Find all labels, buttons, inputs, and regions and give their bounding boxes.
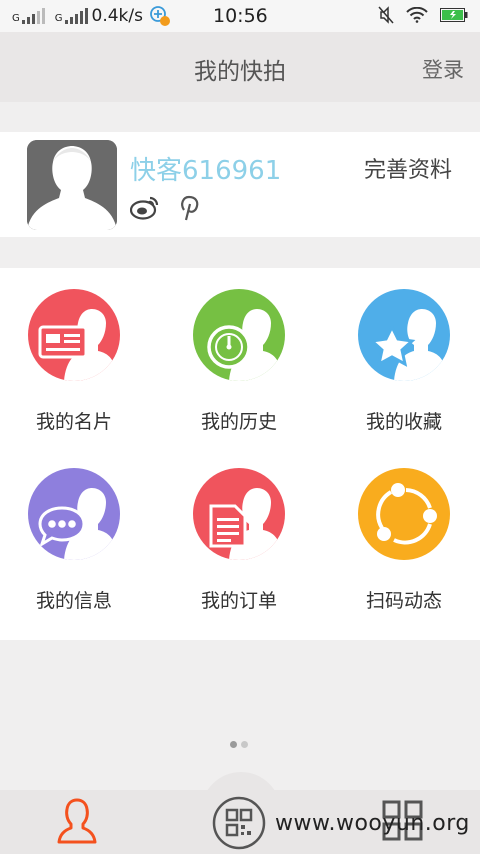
menu-label: 我的名片 <box>35 411 112 433</box>
clock-icon <box>193 289 285 381</box>
page-indicator <box>230 741 248 748</box>
battery-icon <box>440 8 468 22</box>
menu-label: 扫码动态 <box>365 590 442 612</box>
feature-grid: 我的名片 我的历史 我的收藏 我的信息 我的订单 扫码动态 <box>0 268 480 640</box>
page-dot-active <box>230 741 237 748</box>
menu-label: 我的历史 <box>200 411 277 433</box>
menu-label: 我的订单 <box>200 590 277 612</box>
page-title: 我的快拍 <box>194 59 286 85</box>
menu-my-orders[interactable]: 我的订单 <box>169 468 309 613</box>
notification-badge-icon <box>150 6 170 26</box>
chat-bubble-icon <box>28 468 120 560</box>
signal-icon: G <box>55 8 90 24</box>
mute-icon <box>378 6 394 24</box>
menu-my-messages[interactable]: 我的信息 <box>4 468 144 613</box>
weibo-icon[interactable] <box>130 194 160 220</box>
wifi-icon <box>406 7 428 23</box>
menu-my-card[interactable]: 我的名片 <box>4 289 144 434</box>
complete-profile-button[interactable]: 完善资料 <box>364 152 452 184</box>
share-icon <box>358 468 450 560</box>
business-card-icon <box>28 289 120 381</box>
menu-label: 我的信息 <box>35 590 112 612</box>
app-header: 我的快拍 登录 <box>0 32 480 102</box>
menu-my-favorites[interactable]: 我的收藏 <box>334 289 474 434</box>
default-avatar-icon <box>27 140 117 230</box>
qr-scan-icon[interactable] <box>212 796 266 850</box>
page-dot <box>241 741 248 748</box>
network-speed: 0.4k/s <box>91 6 143 26</box>
menu-label: 我的收藏 <box>365 411 442 433</box>
status-bar: G G 0.4k/s 10:56 <box>0 0 480 32</box>
document-icon <box>193 468 285 560</box>
avatar[interactable] <box>27 140 117 230</box>
signal-icon: G <box>12 8 47 24</box>
watermark: www.wooyun.org <box>275 811 470 836</box>
username[interactable]: 快客616961 <box>130 150 281 187</box>
menu-my-history[interactable]: 我的历史 <box>169 289 309 434</box>
login-button[interactable]: 登录 <box>422 54 464 84</box>
pinterest-icon[interactable] <box>178 194 200 222</box>
star-icon <box>358 289 450 381</box>
menu-scan-activity[interactable]: 扫码动态 <box>334 468 474 613</box>
profile-card: 快客616961 完善资料 <box>0 132 480 237</box>
clock: 10:56 <box>213 5 268 27</box>
profile-tab-icon[interactable] <box>55 798 99 844</box>
